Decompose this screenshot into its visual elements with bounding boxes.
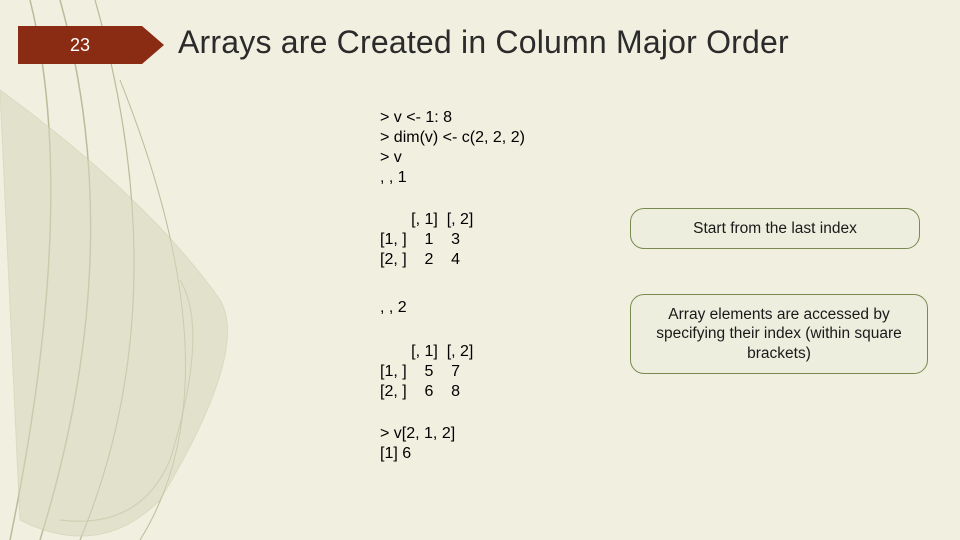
code-table-slice-2: [, 1] [, 2] [1, ] 5 7 [2, ] 6 8 [380, 342, 473, 402]
callout-text: Array elements are accessed by specifyin… [656, 306, 902, 362]
slide-title: Arrays are Created in Column Major Order [178, 24, 789, 61]
callout-text: Start from the last index [693, 220, 857, 237]
callout-array-access: Array elements are accessed by specifyin… [630, 294, 928, 374]
code-commands-top: > v <- 1: 8 > dim(v) <- c(2, 2, 2) > v ,… [380, 108, 525, 188]
code-slice-separator: , , 2 [380, 298, 407, 318]
page-badge-arrow [142, 26, 164, 64]
code-table-slice-1: [, 1] [, 2] [1, ] 1 3 [2, ] 2 4 [380, 210, 473, 270]
code-indexing: > v[2, 1, 2] [1] 6 [380, 424, 455, 464]
slide-decoration [0, 0, 960, 540]
page-number: 23 [70, 35, 90, 55]
callout-start-last-index: Start from the last index [630, 208, 920, 249]
page-number-badge: 23 [18, 26, 142, 64]
